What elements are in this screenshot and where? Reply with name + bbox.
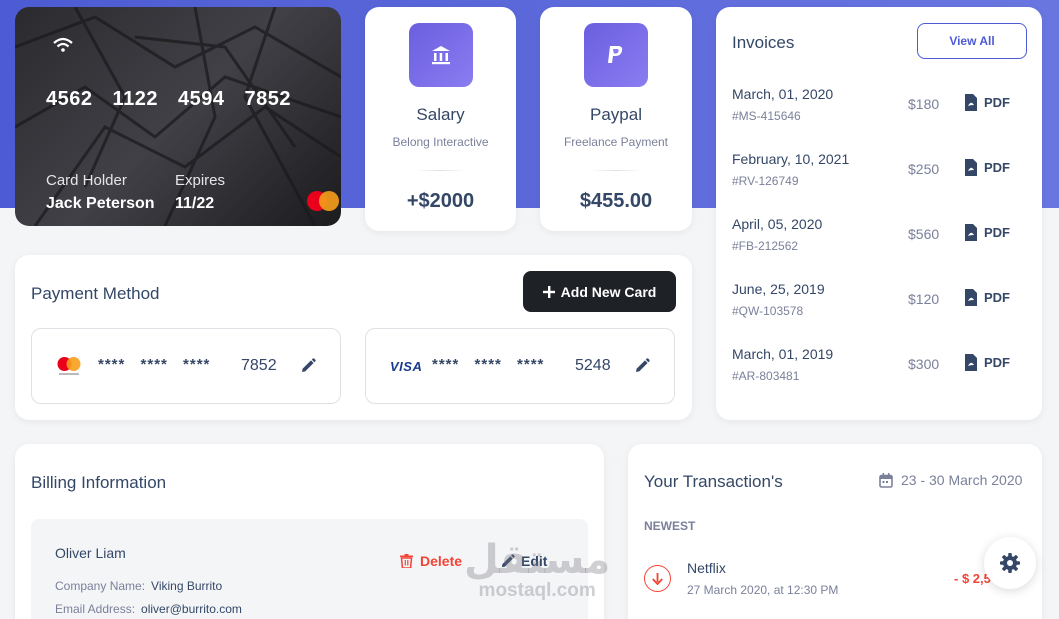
email-label: Email Address: bbox=[55, 602, 136, 616]
invoice-id: #FB-212562 bbox=[732, 239, 799, 253]
delete-label: Delete bbox=[420, 553, 463, 569]
invoices-panel: Invoices View All March, 01, 2020 #MS-41… bbox=[716, 7, 1042, 420]
divider bbox=[590, 170, 642, 171]
card-holder-label: Card Holder bbox=[46, 172, 127, 189]
billing-title: Billing Information bbox=[31, 473, 167, 492]
pdf-download-button[interactable]: PDF bbox=[964, 159, 1010, 176]
mastercard-icon bbox=[57, 357, 81, 375]
add-new-card-label: Add New Card bbox=[560, 283, 657, 300]
wifi-icon bbox=[53, 37, 73, 52]
pdf-label: PDF bbox=[984, 290, 1010, 305]
email-value: oliver@burrito.com bbox=[141, 602, 242, 616]
card-last4: 5248 bbox=[575, 357, 611, 374]
card-mask: **** **** **** bbox=[432, 356, 545, 373]
settings-button[interactable] bbox=[984, 537, 1036, 589]
paypal-value: $455.00 bbox=[579, 190, 653, 212]
transaction-datetime: 27 March 2020, at 12:30 PM bbox=[687, 583, 839, 597]
mastercard-icon bbox=[307, 191, 339, 211]
salary-title: Salary bbox=[416, 105, 465, 124]
pdf-label: PDF bbox=[984, 225, 1010, 240]
transactions-panel: Your Transaction's 23 - 30 March 2020 NE… bbox=[628, 444, 1042, 619]
invoice-row: April, 05, 2020 #FB-212562 $560 PDF bbox=[732, 216, 1028, 260]
card-number: 4562 1122 4594 7852 bbox=[46, 88, 292, 110]
date-range-text: 23 - 30 March 2020 bbox=[901, 472, 1023, 488]
invoice-amount: $120 bbox=[908, 291, 940, 307]
pdf-download-button[interactable]: PDF bbox=[964, 289, 1010, 306]
email-row: Email Address: oliver@burrito.com bbox=[55, 602, 242, 616]
invoice-row: February, 10, 2021 #RV-126749 $250 PDF bbox=[732, 151, 1028, 195]
saved-card-mastercard[interactable]: **** **** **** 7852 bbox=[31, 328, 341, 404]
expires-value: 11/22 bbox=[175, 195, 215, 212]
invoice-date: February, 10, 2021 bbox=[732, 151, 850, 167]
company-label: Company Name: bbox=[55, 579, 146, 593]
invoice-date: March, 01, 2019 bbox=[732, 346, 834, 362]
billing-name: Oliver Liam bbox=[55, 545, 126, 561]
invoice-row: March, 01, 2020 #MS-415646 $180 PDF bbox=[732, 86, 1028, 130]
invoice-id: #QW-103578 bbox=[732, 304, 804, 318]
card-holder-name: Jack Peterson bbox=[46, 195, 155, 212]
view-all-button[interactable]: View All bbox=[917, 23, 1027, 59]
company-value: Viking Burrito bbox=[151, 579, 223, 593]
company-row: Company Name: Viking Burrito bbox=[55, 579, 222, 593]
add-new-card-button[interactable]: Add New Card bbox=[523, 271, 676, 312]
trash-icon bbox=[400, 554, 413, 568]
paypal-icon bbox=[584, 23, 648, 87]
invoice-amount: $250 bbox=[908, 161, 940, 177]
arrow-down-icon bbox=[644, 565, 671, 592]
salary-card: Salary Belong Interactive +$2000 bbox=[365, 7, 516, 231]
invoice-row: March, 01, 2019 #AR-803481 $300 PDF bbox=[732, 346, 1028, 390]
invoice-row: June, 25, 2019 #QW-103578 $120 PDF bbox=[732, 281, 1028, 325]
invoice-amount: $560 bbox=[908, 226, 940, 242]
pdf-icon bbox=[965, 354, 977, 371]
watermark: مستقل mostaql.com bbox=[464, 540, 610, 602]
invoices-title: Invoices bbox=[732, 33, 795, 52]
plus-icon bbox=[542, 285, 555, 298]
payment-method-panel: Payment Method Add New Card **** **** **… bbox=[15, 255, 692, 420]
credit-card[interactable]: 4562 1122 4594 7852 Card Holder Jack Pet… bbox=[15, 7, 341, 226]
pencil-icon[interactable] bbox=[634, 358, 650, 374]
divider bbox=[415, 170, 466, 171]
paypal-card: Paypal Freelance Payment $455.00 bbox=[540, 7, 692, 231]
pdf-label: PDF bbox=[984, 160, 1010, 175]
watermark-arabic: مستقل bbox=[464, 537, 611, 583]
pencil-icon[interactable] bbox=[300, 358, 316, 374]
pdf-icon bbox=[965, 224, 977, 241]
invoice-date: April, 05, 2020 bbox=[732, 216, 823, 232]
invoice-id: #AR-803481 bbox=[732, 369, 800, 383]
pdf-label: PDF bbox=[984, 95, 1010, 110]
invoice-date: March, 01, 2020 bbox=[732, 86, 834, 102]
transaction-name: Netflix bbox=[687, 560, 726, 576]
bank-icon bbox=[409, 23, 473, 87]
expires-label: Expires bbox=[175, 172, 226, 189]
pdf-download-button[interactable]: PDF bbox=[964, 354, 1010, 371]
saved-card-visa[interactable]: VISA **** **** **** 5248 bbox=[365, 328, 675, 404]
calendar-icon bbox=[879, 472, 893, 488]
transactions-title: Your Transaction's bbox=[644, 472, 783, 491]
pdf-icon bbox=[965, 94, 977, 111]
invoice-id: #RV-126749 bbox=[732, 174, 799, 188]
pdf-label: PDF bbox=[984, 355, 1010, 370]
invoice-date: June, 25, 2019 bbox=[732, 281, 825, 297]
salary-value: +$2000 bbox=[406, 190, 475, 212]
pdf-download-button[interactable]: PDF bbox=[964, 224, 1010, 241]
paypal-subtitle: Freelance Payment bbox=[563, 135, 669, 149]
invoice-amount: $180 bbox=[908, 96, 940, 112]
pdf-icon bbox=[965, 159, 977, 176]
date-range[interactable]: 23 - 30 March 2020 bbox=[879, 472, 1022, 488]
card-last4: 7852 bbox=[241, 357, 277, 374]
pdf-icon bbox=[965, 289, 977, 306]
watermark-latin: mostaql.com bbox=[478, 580, 596, 601]
newest-label: NEWEST bbox=[644, 519, 696, 533]
salary-subtitle: Belong Interactive bbox=[392, 135, 489, 149]
visa-icon: VISA bbox=[390, 359, 423, 374]
gear-icon bbox=[1000, 553, 1020, 573]
delete-button[interactable]: Delete bbox=[400, 553, 462, 569]
payment-method-title: Payment Method bbox=[31, 284, 160, 303]
paypal-title: Paypal bbox=[590, 105, 642, 124]
invoice-id: #MS-415646 bbox=[732, 109, 801, 123]
card-mask: **** **** **** bbox=[98, 356, 211, 373]
invoice-amount: $300 bbox=[908, 356, 940, 372]
pdf-download-button[interactable]: PDF bbox=[964, 94, 1010, 111]
